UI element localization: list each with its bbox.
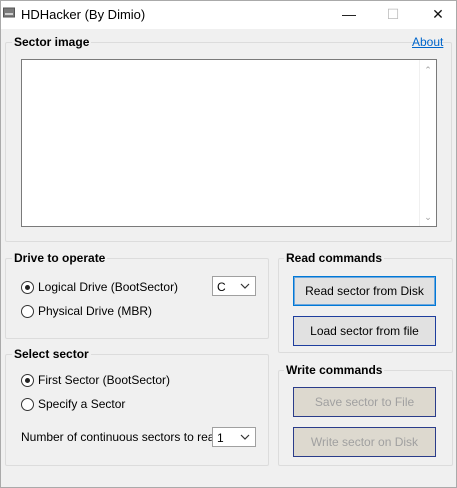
sector-image-scrollbar[interactable]: ⌃ ⌄ [419, 60, 436, 226]
physical-drive-label: Physical Drive (MBR) [38, 304, 153, 318]
drive-letter-value: C [217, 280, 226, 294]
drive-group [5, 258, 269, 339]
first-sector-radio[interactable]: First Sector (BootSector) [21, 372, 170, 388]
drive-group-label: Drive to operate [12, 251, 108, 265]
sector-count-select[interactable]: 1 [212, 427, 256, 447]
save-sector-button[interactable]: Save sector to File [293, 387, 436, 417]
logical-drive-label: Logical Drive (BootSector) [38, 280, 179, 294]
app-window: HDHacker (By Dimio) — ☐ ✕ Sector image A… [0, 0, 457, 488]
chevron-down-icon [240, 283, 250, 289]
close-button[interactable]: ✕ [416, 1, 457, 29]
physical-drive-radio[interactable]: Physical Drive (MBR) [21, 303, 152, 319]
read-commands-label: Read commands [284, 251, 385, 265]
drive-icon [3, 7, 15, 18]
specify-sector-label: Specify a Sector [38, 397, 126, 411]
sector-image-label: Sector image [12, 35, 92, 49]
title-bar: HDHacker (By Dimio) — ☐ ✕ [1, 1, 456, 29]
specify-sector-radio-circle[interactable] [21, 397, 34, 411]
maximize-button[interactable]: ☐ [371, 1, 415, 29]
physical-drive-radio-circle[interactable] [21, 304, 34, 318]
about-link[interactable]: About [412, 35, 443, 49]
sector-count-value: 1 [217, 431, 224, 445]
specify-sector-radio[interactable]: Specify a Sector [21, 396, 125, 412]
read-sector-button[interactable]: Read sector from Disk [293, 276, 436, 306]
logical-drive-radio-circle[interactable] [21, 280, 34, 294]
window-title: HDHacker (By Dimio) [21, 7, 146, 22]
write-commands-label: Write commands [284, 363, 385, 377]
load-sector-button[interactable]: Load sector from file [293, 316, 436, 346]
chevron-down-icon [240, 434, 250, 440]
sector-image-textarea[interactable]: ⌃ ⌄ [21, 59, 437, 227]
first-sector-radio-circle[interactable] [21, 373, 34, 387]
first-sector-label: First Sector (BootSector) [38, 373, 171, 387]
sector-count-label: Number of continuous sectors to read: [21, 430, 225, 444]
logical-drive-radio[interactable]: Logical Drive (BootSector) [21, 279, 178, 295]
select-sector-label: Select sector [12, 347, 91, 361]
scroll-down-icon[interactable]: ⌄ [423, 212, 433, 222]
scroll-up-icon[interactable]: ⌃ [423, 65, 433, 75]
write-sector-button[interactable]: Write sector on Disk [293, 427, 436, 457]
drive-letter-select[interactable]: C [212, 276, 256, 296]
minimize-button[interactable]: — [327, 1, 371, 29]
